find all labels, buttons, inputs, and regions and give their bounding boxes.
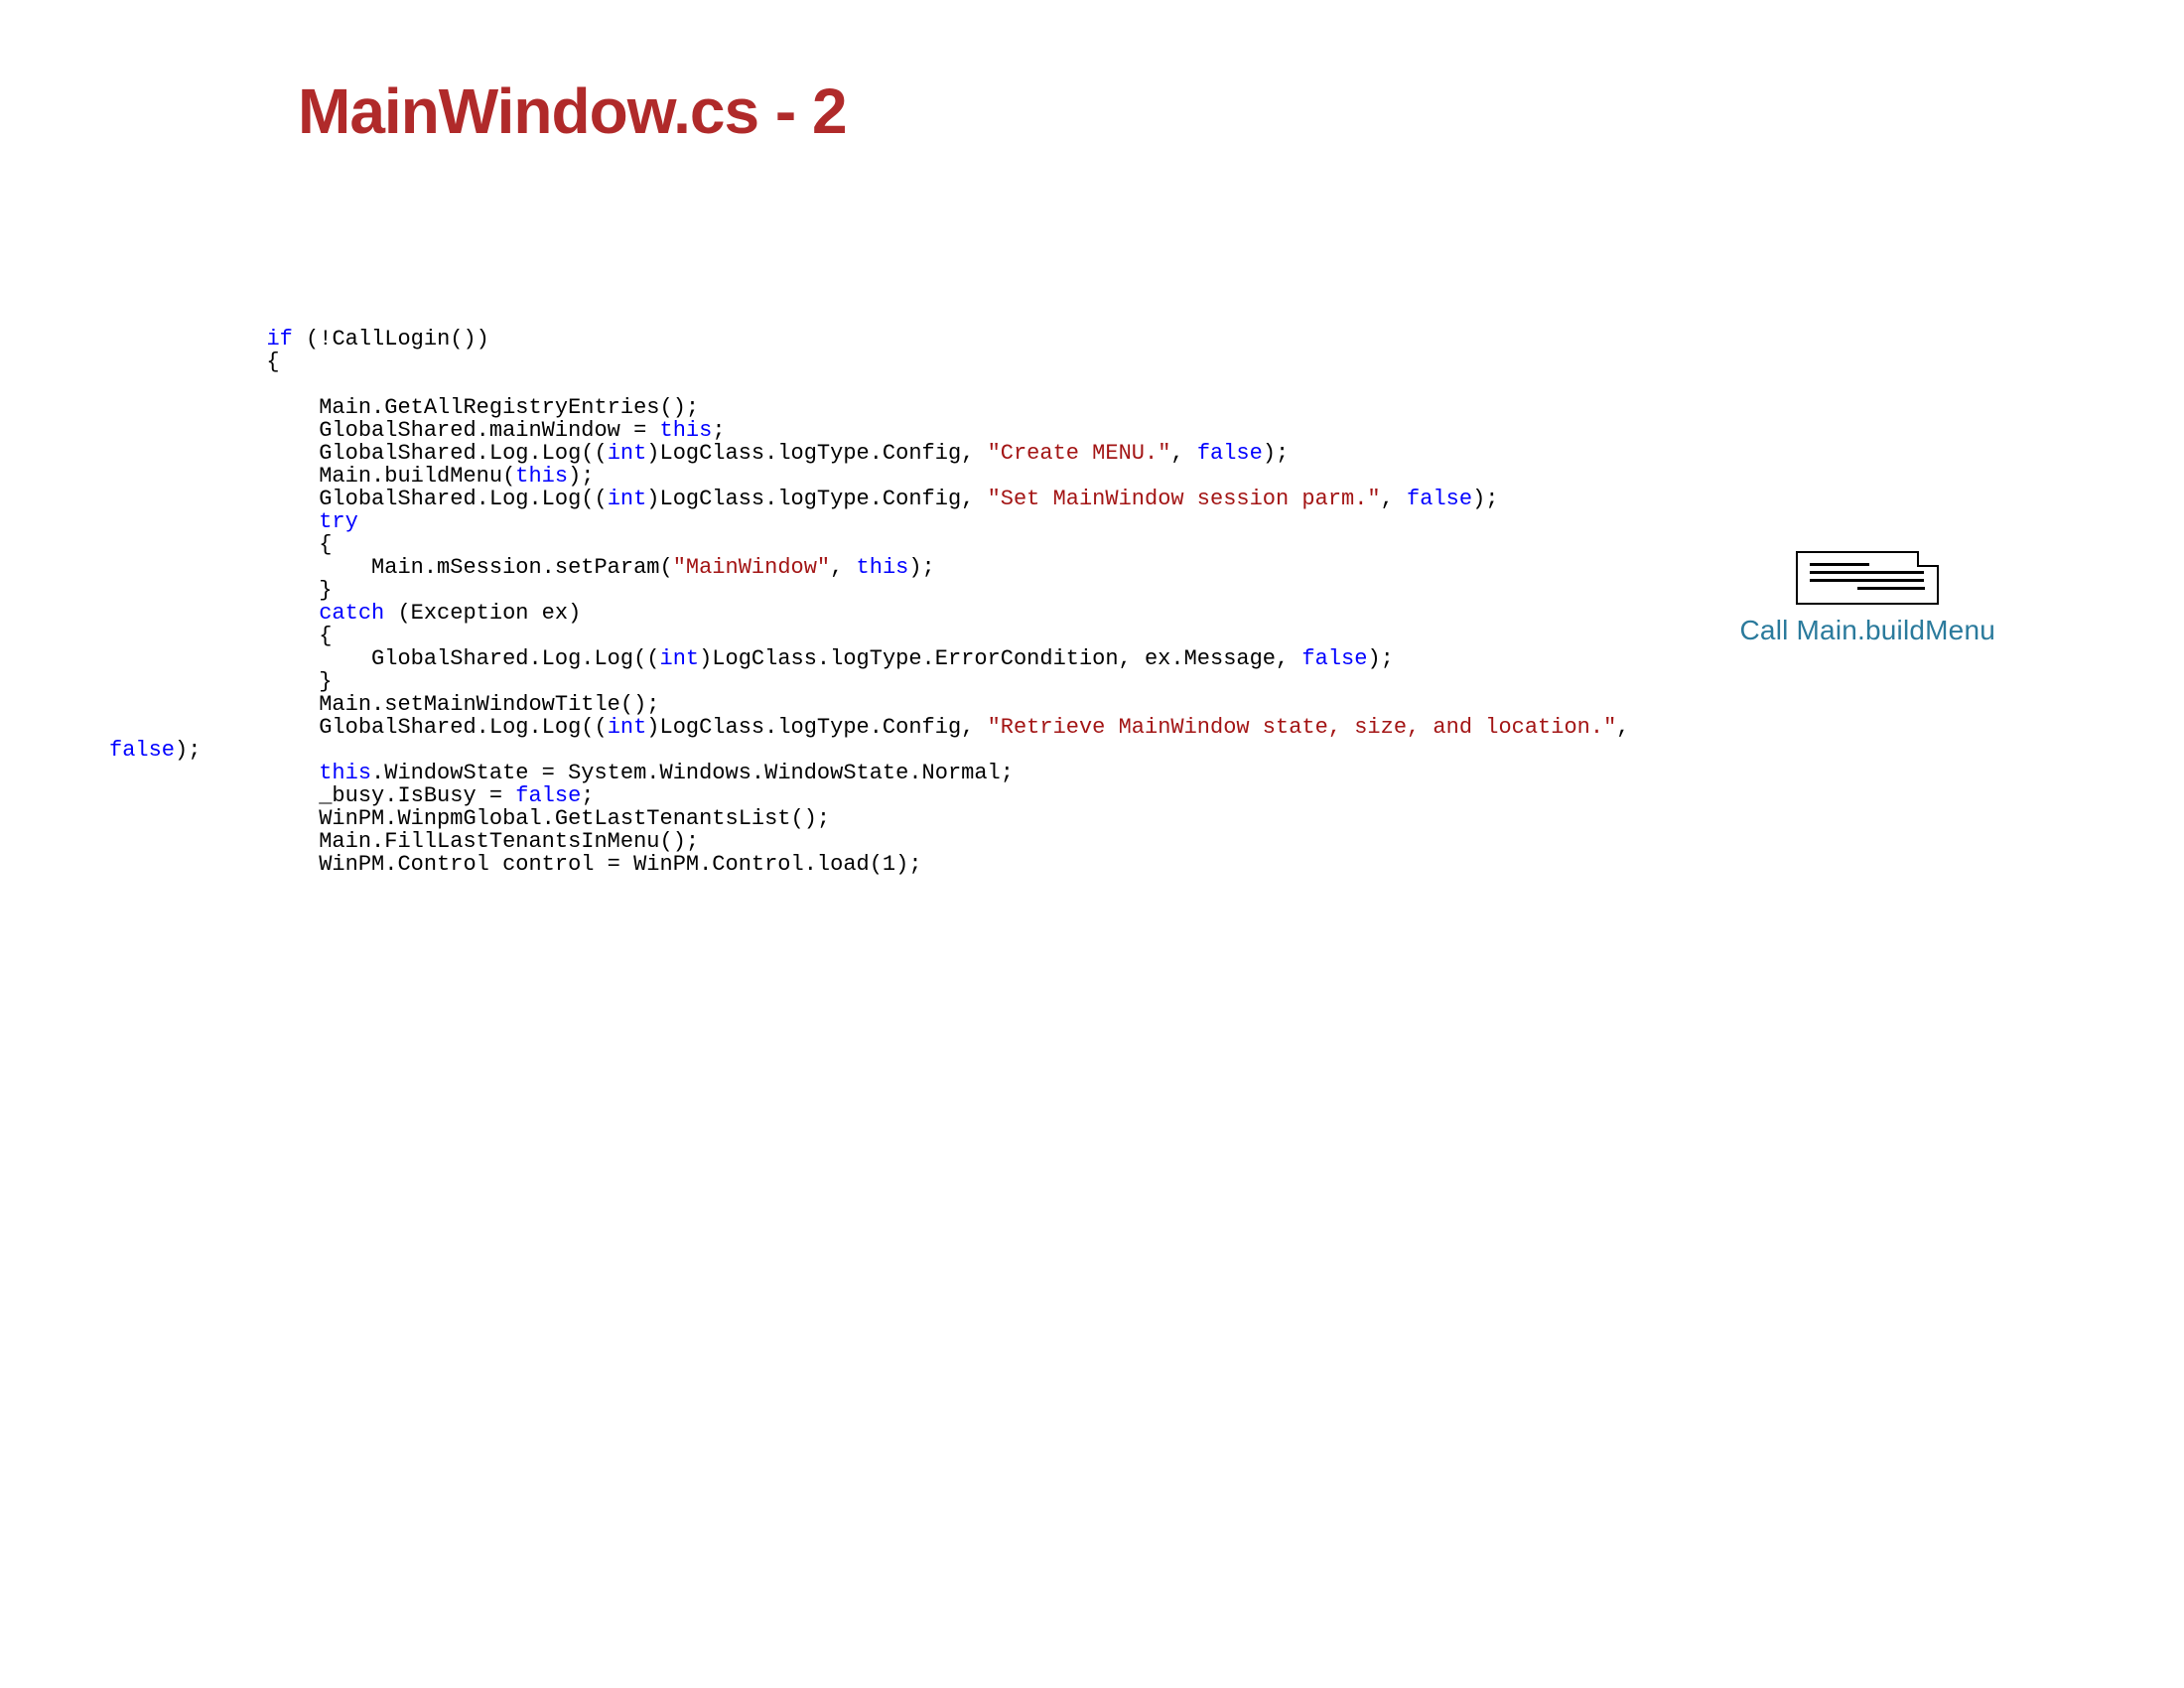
string-literal: "Create MENU.": [988, 441, 1171, 466]
code-line: this.WindowState = System.Windows.Window…: [109, 761, 1014, 785]
string-literal: "Retrieve MainWindow state, size, and lo…: [988, 715, 1617, 740]
note-icon-line: [1857, 587, 1925, 590]
code-line: Main.FillLastTenantsInMenu();: [109, 829, 699, 854]
note-icon-line: [1810, 571, 1924, 574]
keyword-int: int: [660, 646, 700, 671]
annotation: Call Main.buildMenu: [1740, 551, 1995, 646]
code-line: if (!CallLogin()): [109, 327, 489, 352]
code-line: {: [109, 350, 280, 374]
keyword-try: try: [319, 509, 358, 534]
code-line: {: [109, 624, 332, 648]
keyword-int: int: [608, 441, 647, 466]
keyword-false: false: [109, 738, 175, 763]
code-line: {: [109, 532, 332, 557]
code-line: Main.mSession.setParam("MainWindow", thi…: [109, 555, 935, 580]
keyword-int: int: [608, 715, 647, 740]
code-line: catch (Exception ex): [109, 601, 581, 626]
code-line: Main.GetAllRegistryEntries();: [109, 395, 699, 420]
keyword-catch: catch: [319, 601, 384, 626]
keyword-this: this: [660, 418, 713, 443]
code-line: GlobalShared.Log.Log((int)LogClass.logTy…: [109, 715, 1643, 740]
keyword-false: false: [515, 783, 581, 808]
keyword-this: this: [319, 761, 371, 785]
code-line: }: [109, 578, 332, 603]
code-line: Main.buildMenu(this);: [109, 464, 595, 489]
slide-title: MainWindow.cs - 2: [298, 74, 847, 148]
code-line: _busy.IsBusy = false;: [109, 783, 595, 808]
code-line: GlobalShared.Log.Log((int)LogClass.logTy…: [109, 646, 1394, 671]
code-line: Main.setMainWindowTitle();: [109, 692, 660, 717]
string-literal: "MainWindow": [673, 555, 830, 580]
keyword-this: this: [857, 555, 909, 580]
keyword-false: false: [1407, 487, 1472, 511]
note-icon-line: [1810, 579, 1924, 582]
string-literal: "Set MainWindow session parm.": [988, 487, 1381, 511]
annotation-label: Call Main.buildMenu: [1740, 615, 1995, 646]
code-line: WinPM.WinpmGlobal.GetLastTenantsList();: [109, 806, 830, 831]
code-line: false);: [109, 738, 201, 763]
code-line: WinPM.Control control = WinPM.Control.lo…: [109, 852, 922, 877]
keyword-int: int: [608, 487, 647, 511]
keyword-false: false: [1301, 646, 1367, 671]
keyword-false: false: [1197, 441, 1263, 466]
code-line: GlobalShared.Log.Log((int)LogClass.logTy…: [109, 487, 1498, 511]
note-icon-line: [1810, 563, 1869, 566]
keyword-if: if: [266, 327, 292, 352]
keyword-this: this: [515, 464, 568, 489]
code-line: }: [109, 669, 332, 694]
code-line: try: [109, 509, 358, 534]
note-icon-fold: [1917, 551, 1939, 567]
slide: MainWindow.cs - 2 if (!CallLogin()) { Ma…: [0, 0, 2184, 1688]
note-icon: [1796, 551, 1939, 605]
code-line: GlobalShared.mainWindow = this;: [109, 418, 726, 443]
code-line: GlobalShared.Log.Log((int)LogClass.logTy…: [109, 441, 1289, 466]
